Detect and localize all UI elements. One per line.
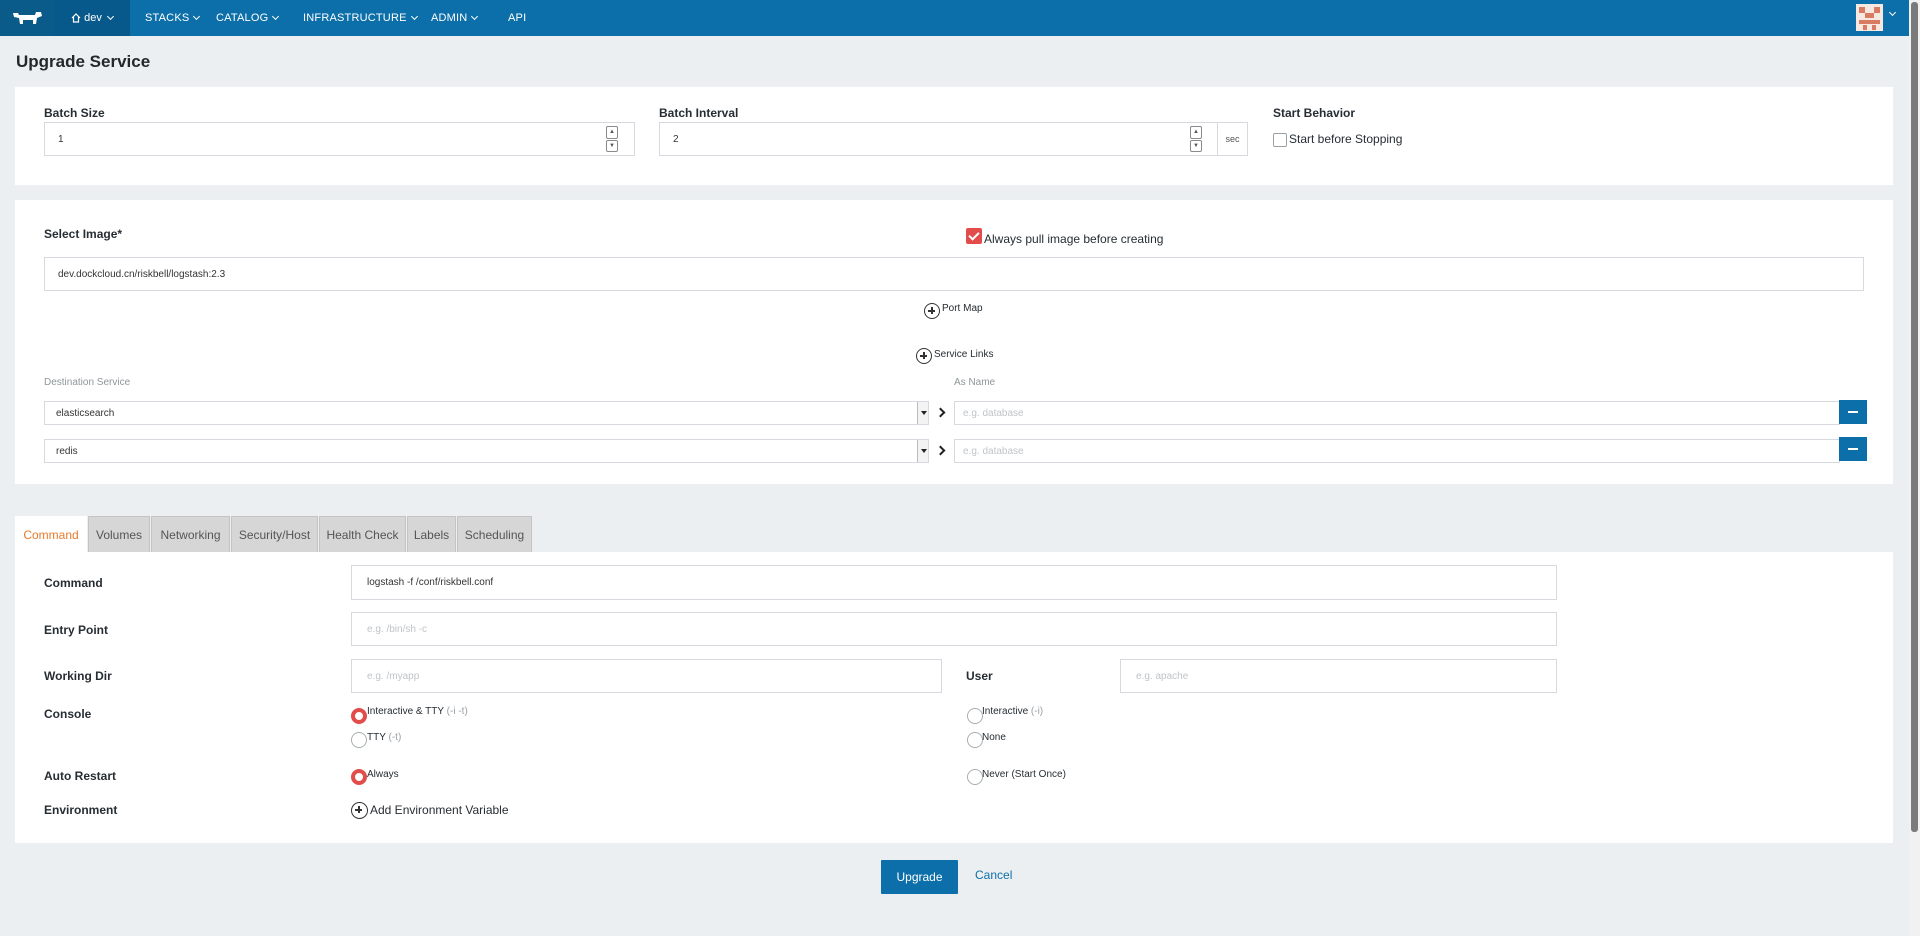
console-interactive-tty-label: Interactive & TTY (-i -t) bbox=[367, 706, 468, 717]
working-dir-input[interactable]: e.g. /myapp bbox=[351, 659, 942, 693]
tab-scheduling[interactable]: Scheduling bbox=[457, 516, 532, 552]
batch-size-stepper[interactable]: ▲ ▼ bbox=[606, 126, 618, 152]
tab-security-host[interactable]: Security/Host bbox=[231, 516, 318, 552]
console-tty-label: TTY (-t) bbox=[367, 732, 401, 743]
tab-command[interactable]: Command bbox=[15, 516, 87, 553]
command-label: Command bbox=[44, 576, 103, 590]
batch-interval-unit: sec bbox=[1217, 122, 1248, 156]
port-map-link[interactable]: Port Map bbox=[942, 303, 983, 314]
stepper-up-icon[interactable]: ▲ bbox=[1190, 126, 1202, 139]
always-pull-label: Always pull image before creating bbox=[984, 232, 1164, 246]
restart-never-label: Never (Start Once) bbox=[982, 769, 1066, 780]
nav-stacks-label: STACKS bbox=[145, 12, 190, 24]
entry-point-input[interactable]: e.g. /bin/sh -c bbox=[351, 612, 1557, 646]
rancher-logo[interactable] bbox=[0, 0, 54, 36]
add-service-link-icon[interactable] bbox=[916, 348, 932, 364]
nav-infrastructure[interactable]: INFRASTRUCTURE bbox=[303, 0, 418, 36]
top-nav: dev STACKS CATALOG INFRASTRUCTURE ADMIN … bbox=[0, 0, 1909, 36]
option-hint: (-i -t) bbox=[446, 706, 468, 717]
user-label: User bbox=[966, 669, 993, 683]
batch-interval-input[interactable]: 2 bbox=[659, 122, 1218, 156]
scrollbar[interactable] bbox=[1909, 0, 1920, 936]
option-label: Interactive bbox=[982, 706, 1029, 717]
restart-always-radio[interactable] bbox=[351, 769, 367, 785]
remove-link-button[interactable] bbox=[1839, 437, 1867, 461]
destination-service-header: Destination Service bbox=[44, 377, 131, 388]
as-name-input[interactable]: e.g. database bbox=[954, 439, 1840, 463]
chevron-down-icon[interactable] bbox=[1888, 8, 1897, 17]
batch-size-input[interactable]: 1 bbox=[44, 122, 635, 156]
select-dropdown-icon[interactable] bbox=[917, 440, 928, 462]
nav-api-label: API bbox=[508, 12, 527, 24]
user-input[interactable]: e.g. apache bbox=[1120, 659, 1557, 693]
destination-service-select[interactable]: redis bbox=[44, 439, 929, 463]
chevron-down-icon bbox=[106, 12, 114, 21]
console-none-label: None bbox=[982, 732, 1006, 743]
stepper-down-icon[interactable]: ▼ bbox=[1190, 139, 1202, 152]
working-dir-label: Working Dir bbox=[44, 669, 112, 683]
environment-switcher[interactable]: dev bbox=[54, 0, 130, 36]
batch-size-label: Batch Size bbox=[44, 106, 105, 120]
remove-link-button[interactable] bbox=[1839, 400, 1867, 424]
chevron-down-icon bbox=[193, 12, 201, 21]
console-interactive-tty-radio[interactable] bbox=[351, 708, 367, 724]
user-avatar[interactable] bbox=[1856, 4, 1883, 31]
tab-health-check[interactable]: Health Check bbox=[319, 516, 406, 552]
environment-label: Environment bbox=[44, 803, 118, 817]
start-before-stopping-checkbox[interactable] bbox=[1273, 133, 1287, 147]
select-dropdown-icon[interactable] bbox=[917, 402, 928, 424]
console-none-radio[interactable] bbox=[967, 732, 983, 748]
auto-restart-label: Auto Restart bbox=[44, 769, 117, 783]
select-image-label: Select Image* bbox=[44, 227, 123, 241]
cancel-link[interactable]: Cancel bbox=[975, 868, 1012, 882]
scrollbar-thumb[interactable] bbox=[1911, 2, 1918, 832]
batch-interval-stepper[interactable]: ▲ ▼ bbox=[1190, 126, 1202, 152]
environment-name: dev bbox=[84, 12, 102, 24]
restart-always-label: Always bbox=[367, 769, 399, 780]
chevron-down-icon bbox=[272, 12, 280, 21]
option-label: Interactive & TTY bbox=[367, 706, 444, 717]
start-behavior-label: Start Behavior bbox=[1273, 106, 1356, 120]
command-input[interactable]: logstash -f /conf/riskbell.conf bbox=[351, 565, 1557, 600]
tab-labels[interactable]: Labels bbox=[407, 516, 456, 552]
as-name-input[interactable]: e.g. database bbox=[954, 401, 1840, 425]
add-env-var-icon[interactable] bbox=[351, 802, 368, 819]
nav-infrastructure-label: INFRASTRUCTURE bbox=[303, 12, 407, 24]
option-hint: (-t) bbox=[388, 732, 402, 743]
add-port-map-icon[interactable] bbox=[924, 303, 940, 319]
console-interactive-label: Interactive (-i) bbox=[982, 706, 1043, 717]
chevron-down-icon bbox=[410, 12, 418, 21]
nav-catalog[interactable]: CATALOG bbox=[216, 0, 280, 36]
stepper-up-icon[interactable]: ▲ bbox=[606, 126, 618, 139]
add-env-var-link[interactable]: Add Environment Variable bbox=[370, 803, 509, 817]
start-before-stopping-label: Start before Stopping bbox=[1289, 132, 1403, 146]
nav-catalog-label: CATALOG bbox=[216, 12, 269, 24]
chevron-down-icon bbox=[471, 12, 479, 21]
tab-volumes[interactable]: Volumes bbox=[88, 516, 150, 552]
always-pull-checkbox[interactable] bbox=[966, 228, 982, 244]
console-interactive-radio[interactable] bbox=[967, 708, 983, 724]
image-input[interactable]: dev.dockcloud.cn/riskbell/logstash:2.3 bbox=[44, 257, 1864, 291]
entry-point-label: Entry Point bbox=[44, 623, 109, 637]
destination-service-select[interactable]: elasticsearch bbox=[44, 401, 929, 425]
option-label: TTY bbox=[367, 732, 386, 743]
nav-api[interactable]: API bbox=[508, 0, 526, 36]
stepper-down-icon[interactable]: ▼ bbox=[606, 139, 618, 152]
page-title: Upgrade Service bbox=[16, 52, 151, 71]
upgrade-button[interactable]: Upgrade bbox=[881, 860, 958, 894]
nav-stacks[interactable]: STACKS bbox=[145, 0, 201, 36]
rancher-cow-icon bbox=[13, 12, 42, 24]
nav-admin[interactable]: ADMIN bbox=[431, 0, 479, 36]
console-tty-radio[interactable] bbox=[351, 732, 367, 748]
tab-networking[interactable]: Networking bbox=[151, 516, 230, 552]
home-icon bbox=[71, 13, 81, 23]
batch-interval-label: Batch Interval bbox=[659, 106, 739, 120]
restart-never-radio[interactable] bbox=[967, 769, 983, 785]
as-name-header: As Name bbox=[954, 377, 996, 388]
option-hint: (-i) bbox=[1030, 706, 1044, 717]
avatar-icon bbox=[1859, 7, 1880, 30]
nav-admin-label: ADMIN bbox=[431, 12, 468, 24]
service-links-link[interactable]: Service Links bbox=[934, 349, 993, 360]
console-label: Console bbox=[44, 707, 92, 721]
